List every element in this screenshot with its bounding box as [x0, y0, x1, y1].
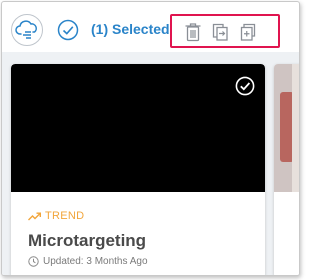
- clock-icon: [28, 256, 39, 267]
- screenshot-frame: (1) Selected TREND Microtargeting Update…: [1, 1, 300, 276]
- cloud-upload-icon: [15, 20, 37, 39]
- card-category-label: TREND: [45, 210, 85, 222]
- card-selected-check-icon[interactable]: [235, 76, 255, 96]
- trash-icon[interactable]: [184, 22, 202, 42]
- card-updated-text: Updated: 3 Months Ago: [43, 256, 148, 267]
- next-content-card[interactable]: [274, 64, 299, 275]
- move-to-icon[interactable]: [211, 22, 229, 42]
- bulk-actions-group: [170, 14, 280, 48]
- next-card-thumbnail: [274, 64, 299, 192]
- card-category: TREND: [28, 210, 84, 222]
- card-title[interactable]: Microtargeting: [28, 231, 146, 251]
- duplicate-icon[interactable]: [239, 22, 257, 42]
- selection-count-label: (1) Selected: [91, 21, 170, 37]
- cloud-upload-button[interactable]: [11, 14, 43, 46]
- card-thumbnail: [11, 64, 265, 192]
- card-updated: Updated: 3 Months Ago: [28, 256, 148, 267]
- content-card[interactable]: TREND Microtargeting Updated: 3 Months A…: [11, 64, 265, 275]
- select-all-checkbox[interactable]: [57, 19, 79, 41]
- trend-up-icon: [28, 212, 41, 220]
